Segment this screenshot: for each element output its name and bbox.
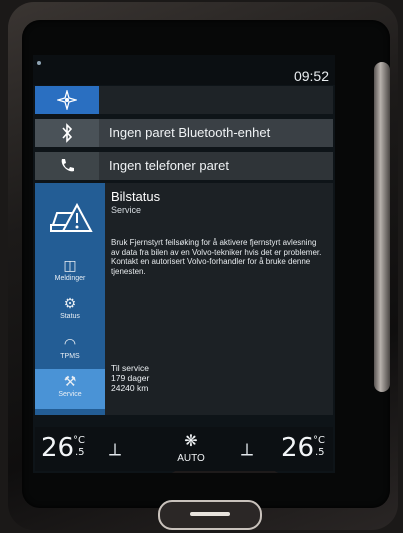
chrome-trim [374,62,390,392]
bluetooth-icon [35,119,99,147]
left-temp-decimal: .5 [75,447,85,458]
sidebar-item-service[interactable]: ⚒ Service [35,369,105,409]
sidebar-item-messages[interactable]: ◫ Meldinger [35,253,105,291]
bluetooth-tile[interactable]: Ingen paret Bluetooth-enhet [35,119,333,147]
navigation-tile[interactable] [35,86,333,114]
service-km: 24240 km [111,383,149,393]
service-icon: ⚒ [63,373,77,389]
clock: 09:52 [293,68,329,84]
right-temp-decimal: .5 [315,447,325,458]
service-heading: Til service [111,363,149,373]
car-status-panel: ◫ Meldinger ⚙ Status ◠ TPMS ⚒ Service Bi… [35,183,333,473]
bluetooth-label: Ingen paret Bluetooth-enhet [109,125,271,140]
fan-icon[interactable]: ❋ [171,431,211,451]
sidebar-item-tpms[interactable]: ◠ TPMS [35,331,105,369]
car-warning-icon [47,195,93,241]
home-button[interactable] [158,500,262,530]
sidebar-item-label: Status [60,313,80,320]
phone-tile[interactable]: Ingen telefoner paret [35,152,333,180]
page-subtitle: Service [111,205,142,215]
right-temperature[interactable]: 26 °C .5 [281,433,325,463]
service-description: Bruk Fjernstyrt feilsøking for å aktiver… [111,238,322,276]
climate-bar: 26 °C .5 ⟂ ❋ AUTO ⟂ 26 °C .5 [35,427,333,471]
signal-indicator [37,61,41,65]
left-temperature[interactable]: 26 °C .5 [41,433,85,463]
right-temp-unit: °C [313,435,325,446]
page-title: Bilstatus [111,189,161,204]
right-temp-value: 26 [281,433,315,463]
tpms-icon: ◠ [63,335,77,351]
status-icon: ⚙ [63,295,77,311]
status-bar: 09:52 [33,55,335,85]
messages-icon: ◫ [63,257,77,273]
auto-climate-button[interactable]: AUTO [171,453,211,464]
home-indicator [190,512,230,516]
phone-icon [35,152,99,180]
phone-label: Ingen telefoner paret [109,158,229,173]
service-info: Til service 179 dager 24240 km [111,363,149,393]
car-status-sidebar: ◫ Meldinger ⚙ Status ◠ TPMS ⚒ Service [35,183,105,415]
left-seat-heat-icon[interactable]: ⟂ [109,439,121,460]
navigation-icon [35,86,99,114]
center-display: 09:52 Ingen paret Bluetooth-enhet Ingen … [33,55,335,473]
right-seat-heat-icon[interactable]: ⟂ [241,439,253,460]
sidebar-item-status[interactable]: ⚙ Status [35,291,105,329]
service-days: 179 dager [111,373,150,383]
sidebar-item-label: TPMS [60,353,80,360]
left-temp-unit: °C [73,435,85,446]
left-temp-value: 26 [41,433,75,463]
sidebar-item-label: Meldinger [54,275,86,282]
sidebar-item-label: Service [58,391,82,398]
